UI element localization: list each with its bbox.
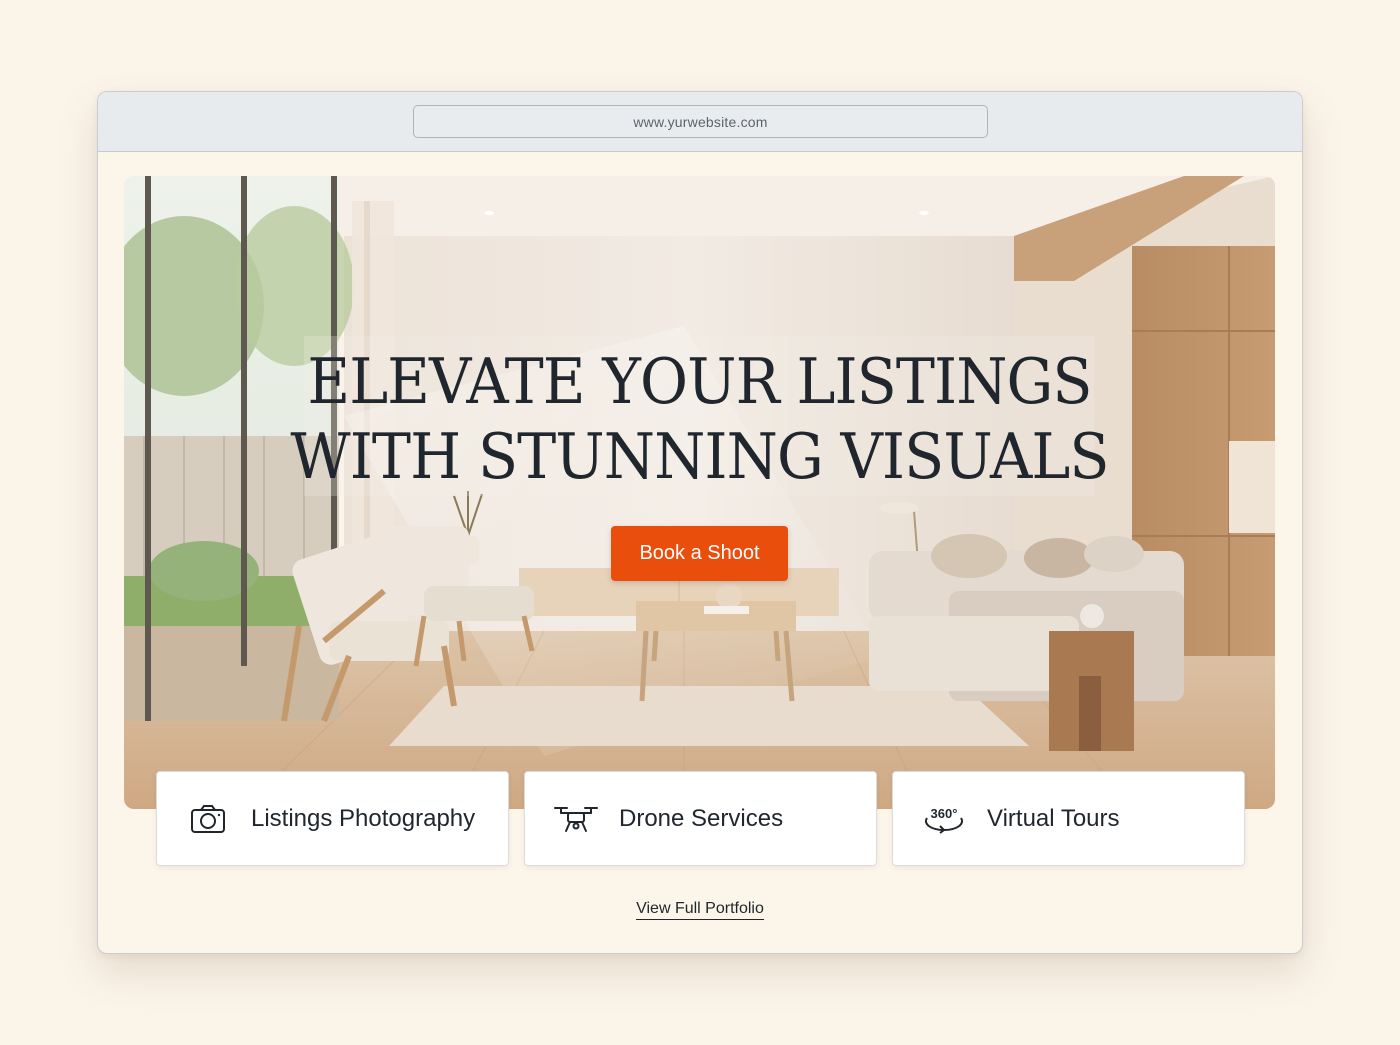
hero-section: ELEVATE YOUR LISTINGS WITH STUNNING VISU…: [124, 176, 1275, 809]
browser-window: www.yurwebsite.com ELEVATE YOUR LISTINGS…: [97, 91, 1303, 954]
service-label: Virtual Tours: [987, 804, 1120, 832]
view-portfolio-link[interactable]: View Full Portfolio: [636, 900, 764, 920]
hero-headline: ELEVATE YOUR LISTINGS WITH STUNNING VISU…: [164, 344, 1234, 494]
service-label: Drone Services: [619, 804, 784, 832]
service-card-listings-photography[interactable]: Listings Photography: [156, 771, 509, 866]
camera-icon: [183, 799, 233, 839]
drone-icon: [551, 799, 601, 839]
service-card-virtual-tours[interactable]: 360° Virtual Tours: [892, 771, 1245, 866]
browser-toolbar: www.yurwebsite.com: [98, 92, 1302, 152]
book-shoot-button[interactable]: Book a Shoot: [611, 526, 788, 581]
hero-headline-line-2: WITH STUNNING VISUALS: [290, 420, 1109, 493]
hero-headline-line-1: ELEVATE YOUR LISTINGS: [307, 345, 1092, 418]
svg-text:360°: 360°: [931, 806, 958, 821]
service-card-drone-services[interactable]: Drone Services: [524, 771, 877, 866]
portfolio-link-container: View Full Portfolio: [98, 900, 1302, 920]
service-label: Listings Photography: [251, 804, 476, 832]
address-bar[interactable]: www.yurwebsite.com: [413, 105, 988, 138]
360-icon: 360°: [919, 799, 969, 839]
